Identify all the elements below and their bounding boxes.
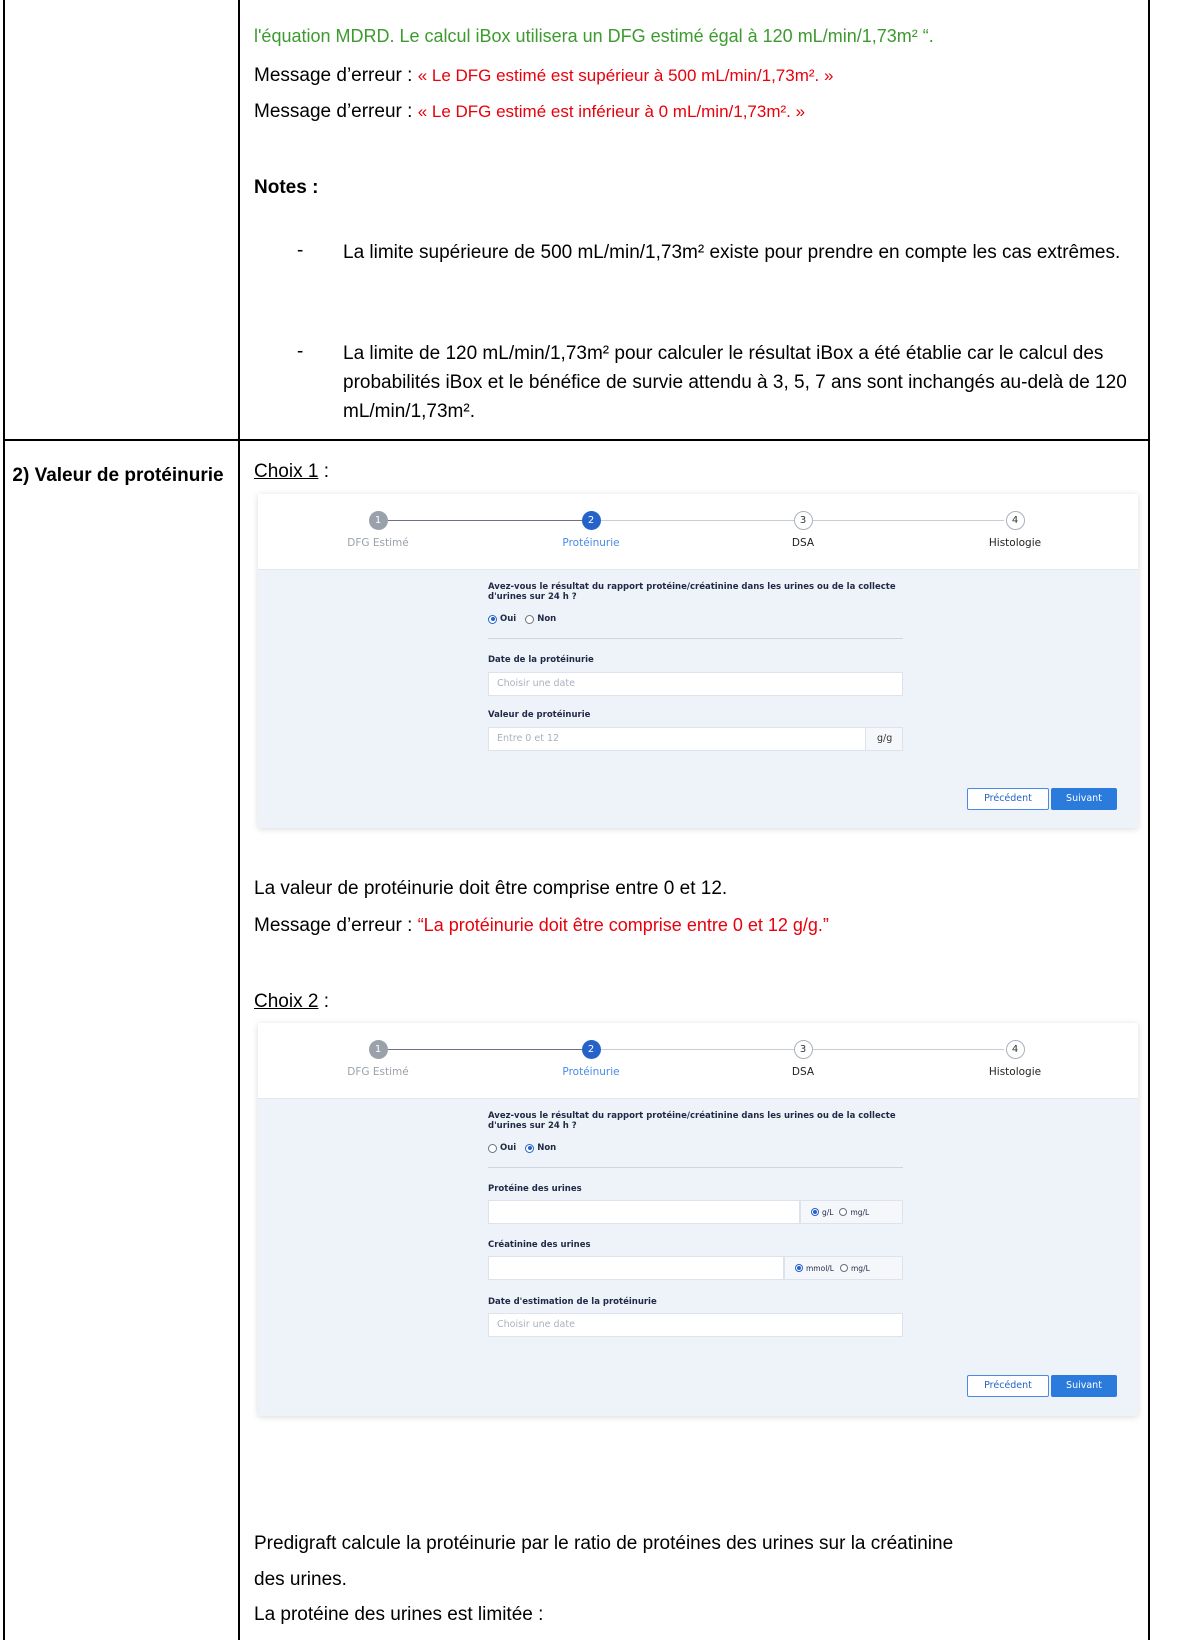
form-area: Avez-vous le résultat du rapport protéin… <box>258 570 1138 828</box>
error-label: Message d’erreur : <box>254 101 418 122</box>
unit-mg-l-label: mg/L <box>850 1207 870 1217</box>
step-4[interactable]: 4 Histologie <box>955 1040 1075 1078</box>
radio-non-label: Non <box>537 614 557 624</box>
step-3[interactable]: 3 DSA <box>743 511 863 549</box>
error-line-2: Message d’erreur : « Le DFG estimé est i… <box>254 100 805 124</box>
step-2[interactable]: 2 Protéinurie <box>531 511 651 549</box>
step-1[interactable]: 1 DFG Estimé <box>318 1040 438 1078</box>
error-message-upper: « Le DFG estimé est supérieur à 500 mL/m… <box>417 66 834 85</box>
unit-mmol-l-label: mmol/L <box>806 1263 834 1273</box>
date-label: Date de la protéinurie <box>488 655 594 665</box>
step-4-circle: 4 <box>1005 1040 1025 1059</box>
choice-2-heading: Choix 2 : <box>254 990 329 1014</box>
yes-no-radios: Oui Non <box>488 1143 565 1153</box>
error-label: Message d’erreur : <box>254 915 418 936</box>
unit-mg-l-label: mg/L <box>851 1263 870 1273</box>
previous-button[interactable]: Précédent <box>967 1375 1049 1397</box>
unit-g-l-radio[interactable] <box>811 1208 819 1216</box>
step-3-circle: 3 <box>793 511 813 530</box>
step-2[interactable]: 2 Protéinurie <box>531 1040 651 1078</box>
urine-creatinine-input[interactable] <box>488 1256 784 1280</box>
value-label: Valeur de protéinurie <box>488 710 591 720</box>
step-2-label: Protéinurie <box>562 1066 620 1078</box>
date-input[interactable]: Choisir une date <box>488 1313 903 1337</box>
step-2-circle: 2 <box>581 1040 601 1059</box>
next-button[interactable]: Suivant <box>1051 1375 1117 1397</box>
protein-label: Protéine des urines <box>488 1184 582 1194</box>
unit-mg-l-radio[interactable] <box>840 1264 848 1272</box>
radio-non[interactable] <box>525 1143 535 1153</box>
range-error-line: Message d’erreur : “La protéinurie doit … <box>254 913 829 938</box>
previous-button[interactable]: Précédent <box>967 788 1049 810</box>
unit-mmol-l-radio[interactable] <box>795 1264 803 1272</box>
step-2-label: Protéinurie <box>562 537 620 549</box>
column-divider <box>238 0 240 1640</box>
step-4-label: Histologie <box>988 1066 1042 1078</box>
row-title-proteinuria: 2) Valeur de protéinurie <box>12 465 224 486</box>
next-button[interactable]: Suivant <box>1051 788 1117 810</box>
choice-1-heading: Choix 1 : <box>254 460 329 484</box>
radio-non[interactable] <box>525 614 535 624</box>
error-label: Message d’erreur : <box>254 65 418 86</box>
step-3[interactable]: 3 DSA <box>743 1040 863 1078</box>
yes-no-radios: Oui Non <box>488 614 565 624</box>
choice-2-label: Choix 2 <box>254 991 319 1012</box>
creatinine-label: Créatinine des urines <box>488 1240 591 1250</box>
range-text: La valeur de protéinurie doit être compr… <box>254 878 728 899</box>
note-item-2: La limite de 120 mL/min/1,73m² pour calc… <box>343 343 1127 422</box>
radio-oui-label: Oui <box>500 1143 517 1153</box>
step-4[interactable]: 4 Histologie <box>955 511 1075 549</box>
step-3-label: DSA <box>791 537 815 549</box>
unit-g-l-label: g/L <box>822 1207 834 1217</box>
stepper: 1 DFG Estimé 2 Protéinurie 3 DSA 4 Histo… <box>258 1023 1138 1099</box>
stepper: 1 DFG Estimé 2 Protéinurie 3 DSA 4 Histo… <box>258 494 1138 570</box>
step-3-circle: 3 <box>793 1040 813 1059</box>
date-label: Date d'estimation de la protéinurie <box>488 1297 657 1307</box>
app-screenshot-choice-2: 1 DFG Estimé 2 Protéinurie 3 DSA 4 Histo… <box>258 1023 1138 1416</box>
protein-limit-text: La protéine des urines est limitée : <box>254 1604 544 1625</box>
form-area: Avez-vous le résultat du rapport protéin… <box>258 1099 1138 1416</box>
step-1-circle: 1 <box>368 1040 388 1059</box>
question-text: Avez-vous le résultat du rapport protéin… <box>488 1111 896 1131</box>
unit-suffix: g/g <box>865 727 903 751</box>
urine-protein-input[interactable] <box>488 1200 800 1224</box>
error-message-lower: « Le DFG estimé est inférieur à 0 mL/min… <box>417 102 806 121</box>
step-1[interactable]: 1 DFG Estimé <box>318 511 438 549</box>
divider <box>488 1167 903 1168</box>
note-item-1: La limite supérieure de 500 mL/min/1,73m… <box>343 242 1121 263</box>
step-3-label: DSA <box>791 1066 815 1078</box>
colon: : <box>318 461 329 482</box>
date-input[interactable]: Choisir une date <box>488 672 903 696</box>
proteinuria-value-input[interactable]: Entre 0 et 12 <box>488 727 866 751</box>
step-1-label: DFG Estimé <box>347 1066 409 1078</box>
radio-oui[interactable] <box>488 1143 497 1153</box>
unit-mg-l-radio[interactable] <box>839 1208 848 1216</box>
divider <box>488 638 903 639</box>
step-1-circle: 1 <box>368 511 388 530</box>
choice-1-label: Choix 1 <box>254 461 319 482</box>
protein-unit-options: g/L mg/L <box>800 1200 903 1224</box>
range-error-message: “La protéinurie doit être comprise entre… <box>417 915 829 935</box>
step-4-circle: 4 <box>1005 511 1025 530</box>
notes-title: Notes : <box>254 177 319 198</box>
app-screenshot-choice-1: 1 DFG Estimé 2 Protéinurie 3 DSA 4 Histo… <box>258 494 1138 828</box>
error-line-1: Message d’erreur : « Le DFG estimé est s… <box>254 64 833 88</box>
radio-oui-label: Oui <box>500 614 517 624</box>
predigraft-text-line-2: des urines. <box>254 1569 347 1590</box>
predigraft-text-line-1: Predigraft calcule la protéinurie par le… <box>254 1533 954 1554</box>
creatinine-unit-options: mmol/L mg/L <box>784 1256 903 1280</box>
colon: : <box>318 991 329 1012</box>
bullet-dash: - <box>297 240 304 261</box>
step-4-label: Histologie <box>988 537 1042 549</box>
radio-oui[interactable] <box>488 614 497 624</box>
question-text: Avez-vous le résultat du rapport protéin… <box>488 582 896 602</box>
radio-non-label: Non <box>537 1143 557 1153</box>
step-2-circle: 2 <box>581 511 601 530</box>
bullet-dash: - <box>297 341 304 362</box>
row-divider <box>5 439 1148 441</box>
step-1-label: DFG Estimé <box>347 537 409 549</box>
mdrd-note: l'équation MDRD. Le calcul iBox utiliser… <box>254 26 934 46</box>
